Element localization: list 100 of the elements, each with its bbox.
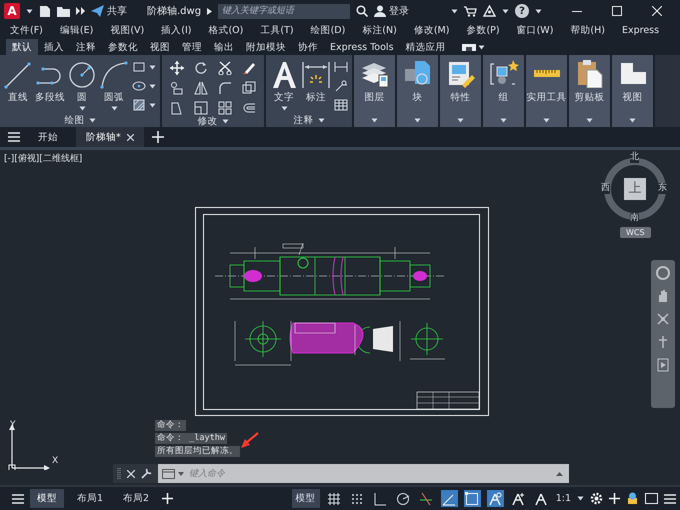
menu-item[interactable]: 插入(I) [161, 24, 192, 37]
search-field[interactable]: 键入关键字或短语 [218, 4, 350, 18]
caret-icon[interactable] [535, 8, 542, 14]
mirror-icon[interactable] [194, 81, 208, 95]
move-icon[interactable] [170, 61, 184, 75]
ribbon-tab[interactable]: 输出 [208, 39, 240, 55]
gear-icon[interactable] [590, 492, 603, 505]
menu-item[interactable]: 格式(O) [208, 24, 244, 37]
caret-icon[interactable] [629, 118, 636, 123]
tool-label[interactable]: 圆弧 [104, 91, 124, 104]
viewcube-label[interactable]: 南 [630, 213, 639, 224]
tool-label[interactable]: 标注 [306, 91, 326, 104]
wrench-icon[interactable] [141, 468, 152, 479]
menu-icon[interactable] [8, 132, 20, 142]
status-toggle[interactable] [464, 490, 481, 507]
new-file-icon[interactable] [39, 4, 51, 18]
linear-dimension-icon[interactable] [334, 60, 348, 74]
arc-icon[interactable] [99, 59, 129, 89]
dimension-icon[interactable] [301, 59, 331, 89]
rectangle-icon[interactable] [132, 60, 146, 74]
tool-label[interactable]: 直线 [8, 91, 28, 104]
layout-tab[interactable]: 布局2 [116, 489, 156, 508]
model-space-button[interactable]: 模型 [292, 489, 320, 508]
eraser-icon[interactable] [242, 61, 256, 75]
tool-label[interactable]: 圆 [77, 91, 87, 104]
status-toggle[interactable] [394, 490, 412, 507]
ribbon-tab[interactable]: 管理 [176, 39, 208, 55]
panel-title[interactable]: 注释 [294, 114, 314, 126]
viewcube-label[interactable]: 上 [624, 178, 646, 200]
document-tab[interactable]: 阶梯轴* [76, 127, 144, 147]
scale-icon[interactable] [242, 81, 256, 95]
stretch-icon[interactable] [170, 101, 184, 115]
tool-label[interactable]: 多段线 [35, 91, 65, 104]
user-icon[interactable] [374, 5, 386, 17]
search-icon[interactable] [356, 5, 368, 17]
ribbon-tab[interactable]: 默认 [6, 39, 38, 55]
ribbon-button-label[interactable]: 块 [412, 91, 422, 104]
document-tab[interactable]: 开始 [28, 127, 68, 147]
caret-icon[interactable] [414, 118, 421, 123]
trim-icon[interactable] [218, 61, 232, 75]
cart-icon[interactable] [464, 6, 477, 16]
layout-tab[interactable]: 模型 [30, 489, 64, 508]
status-toggle[interactable] [326, 490, 343, 507]
help-button[interactable]: ? [515, 4, 529, 18]
ellipse-icon[interactable] [132, 79, 146, 93]
viewcube-label[interactable]: 北 [630, 152, 639, 163]
customize-menu-icon[interactable] [664, 494, 676, 504]
layout-tab[interactable]: 布局1 [70, 489, 110, 508]
annotation-scale[interactable]: 1:1 [556, 493, 571, 504]
plus-icon[interactable] [609, 493, 620, 504]
scale-box-icon[interactable] [194, 101, 208, 115]
command-input[interactable]: 键入命令 [187, 468, 553, 480]
close-icon[interactable] [652, 6, 662, 16]
caret-right-icon[interactable] [207, 8, 212, 14]
ribbon-tab[interactable]: 参数化 [102, 39, 144, 55]
caret-icon[interactable] [371, 118, 378, 123]
caret-icon[interactable] [500, 118, 507, 123]
clean-screen-icon[interactable] [645, 493, 658, 504]
network-icon[interactable] [483, 5, 496, 17]
close-icon[interactable] [127, 470, 135, 478]
viewcube-label[interactable]: 东 [658, 183, 667, 194]
status-toggle[interactable] [486, 490, 504, 507]
caret-icon[interactable] [577, 496, 584, 501]
caret-icon[interactable] [110, 106, 118, 111]
ribbon-button-label[interactable]: 组 [498, 91, 508, 104]
terminal-icon[interactable] [162, 468, 175, 478]
share-button[interactable]: 共享 [91, 4, 127, 18]
app-logo[interactable]: A [4, 3, 20, 19]
viewcube-label[interactable]: 西 [601, 183, 610, 194]
caret-icon[interactable] [26, 8, 33, 14]
menu-item[interactable]: 绘图(D) [310, 24, 346, 37]
sign-in-link[interactable]: 登录 [389, 4, 410, 18]
ribbon-button-label[interactable]: 图层 [364, 91, 384, 104]
ribbon-tab[interactable]: 精选应用 [400, 39, 452, 55]
plus-icon[interactable] [152, 131, 164, 143]
caret-icon[interactable] [543, 118, 550, 123]
status-toggle[interactable] [510, 490, 527, 507]
close-icon[interactable] [126, 134, 134, 140]
menu-item[interactable]: 文件(F) [10, 24, 43, 37]
caret-icon[interactable] [149, 64, 156, 70]
menu-item[interactable]: 窗口(W) [516, 24, 554, 37]
ribbon-button-label[interactable]: 特性 [450, 91, 470, 104]
offset-icon[interactable] [242, 101, 256, 115]
menu-item[interactable]: Express [622, 25, 660, 36]
menu-item[interactable]: 编辑(E) [60, 24, 94, 37]
viewport-label[interactable]: [-][俯视][二维线框] [4, 152, 82, 165]
panel-title[interactable]: 修改 [198, 115, 218, 128]
caret-up-icon[interactable] [556, 472, 563, 476]
wcs-menu[interactable]: WCS [620, 227, 651, 238]
menu-item[interactable]: 参数(P) [466, 24, 500, 37]
caret-icon[interactable] [586, 118, 593, 123]
grip-icon[interactable] [117, 466, 121, 480]
leader-icon[interactable] [334, 79, 348, 93]
status-toggle[interactable] [372, 490, 389, 507]
status-toggle[interactable] [418, 490, 435, 507]
maximize-icon[interactable] [612, 6, 622, 16]
caret-icon[interactable] [280, 106, 288, 111]
ribbon-button-label[interactable]: 视图 [622, 91, 642, 104]
rotate-icon[interactable] [194, 61, 208, 75]
menu-icon[interactable] [12, 494, 24, 504]
